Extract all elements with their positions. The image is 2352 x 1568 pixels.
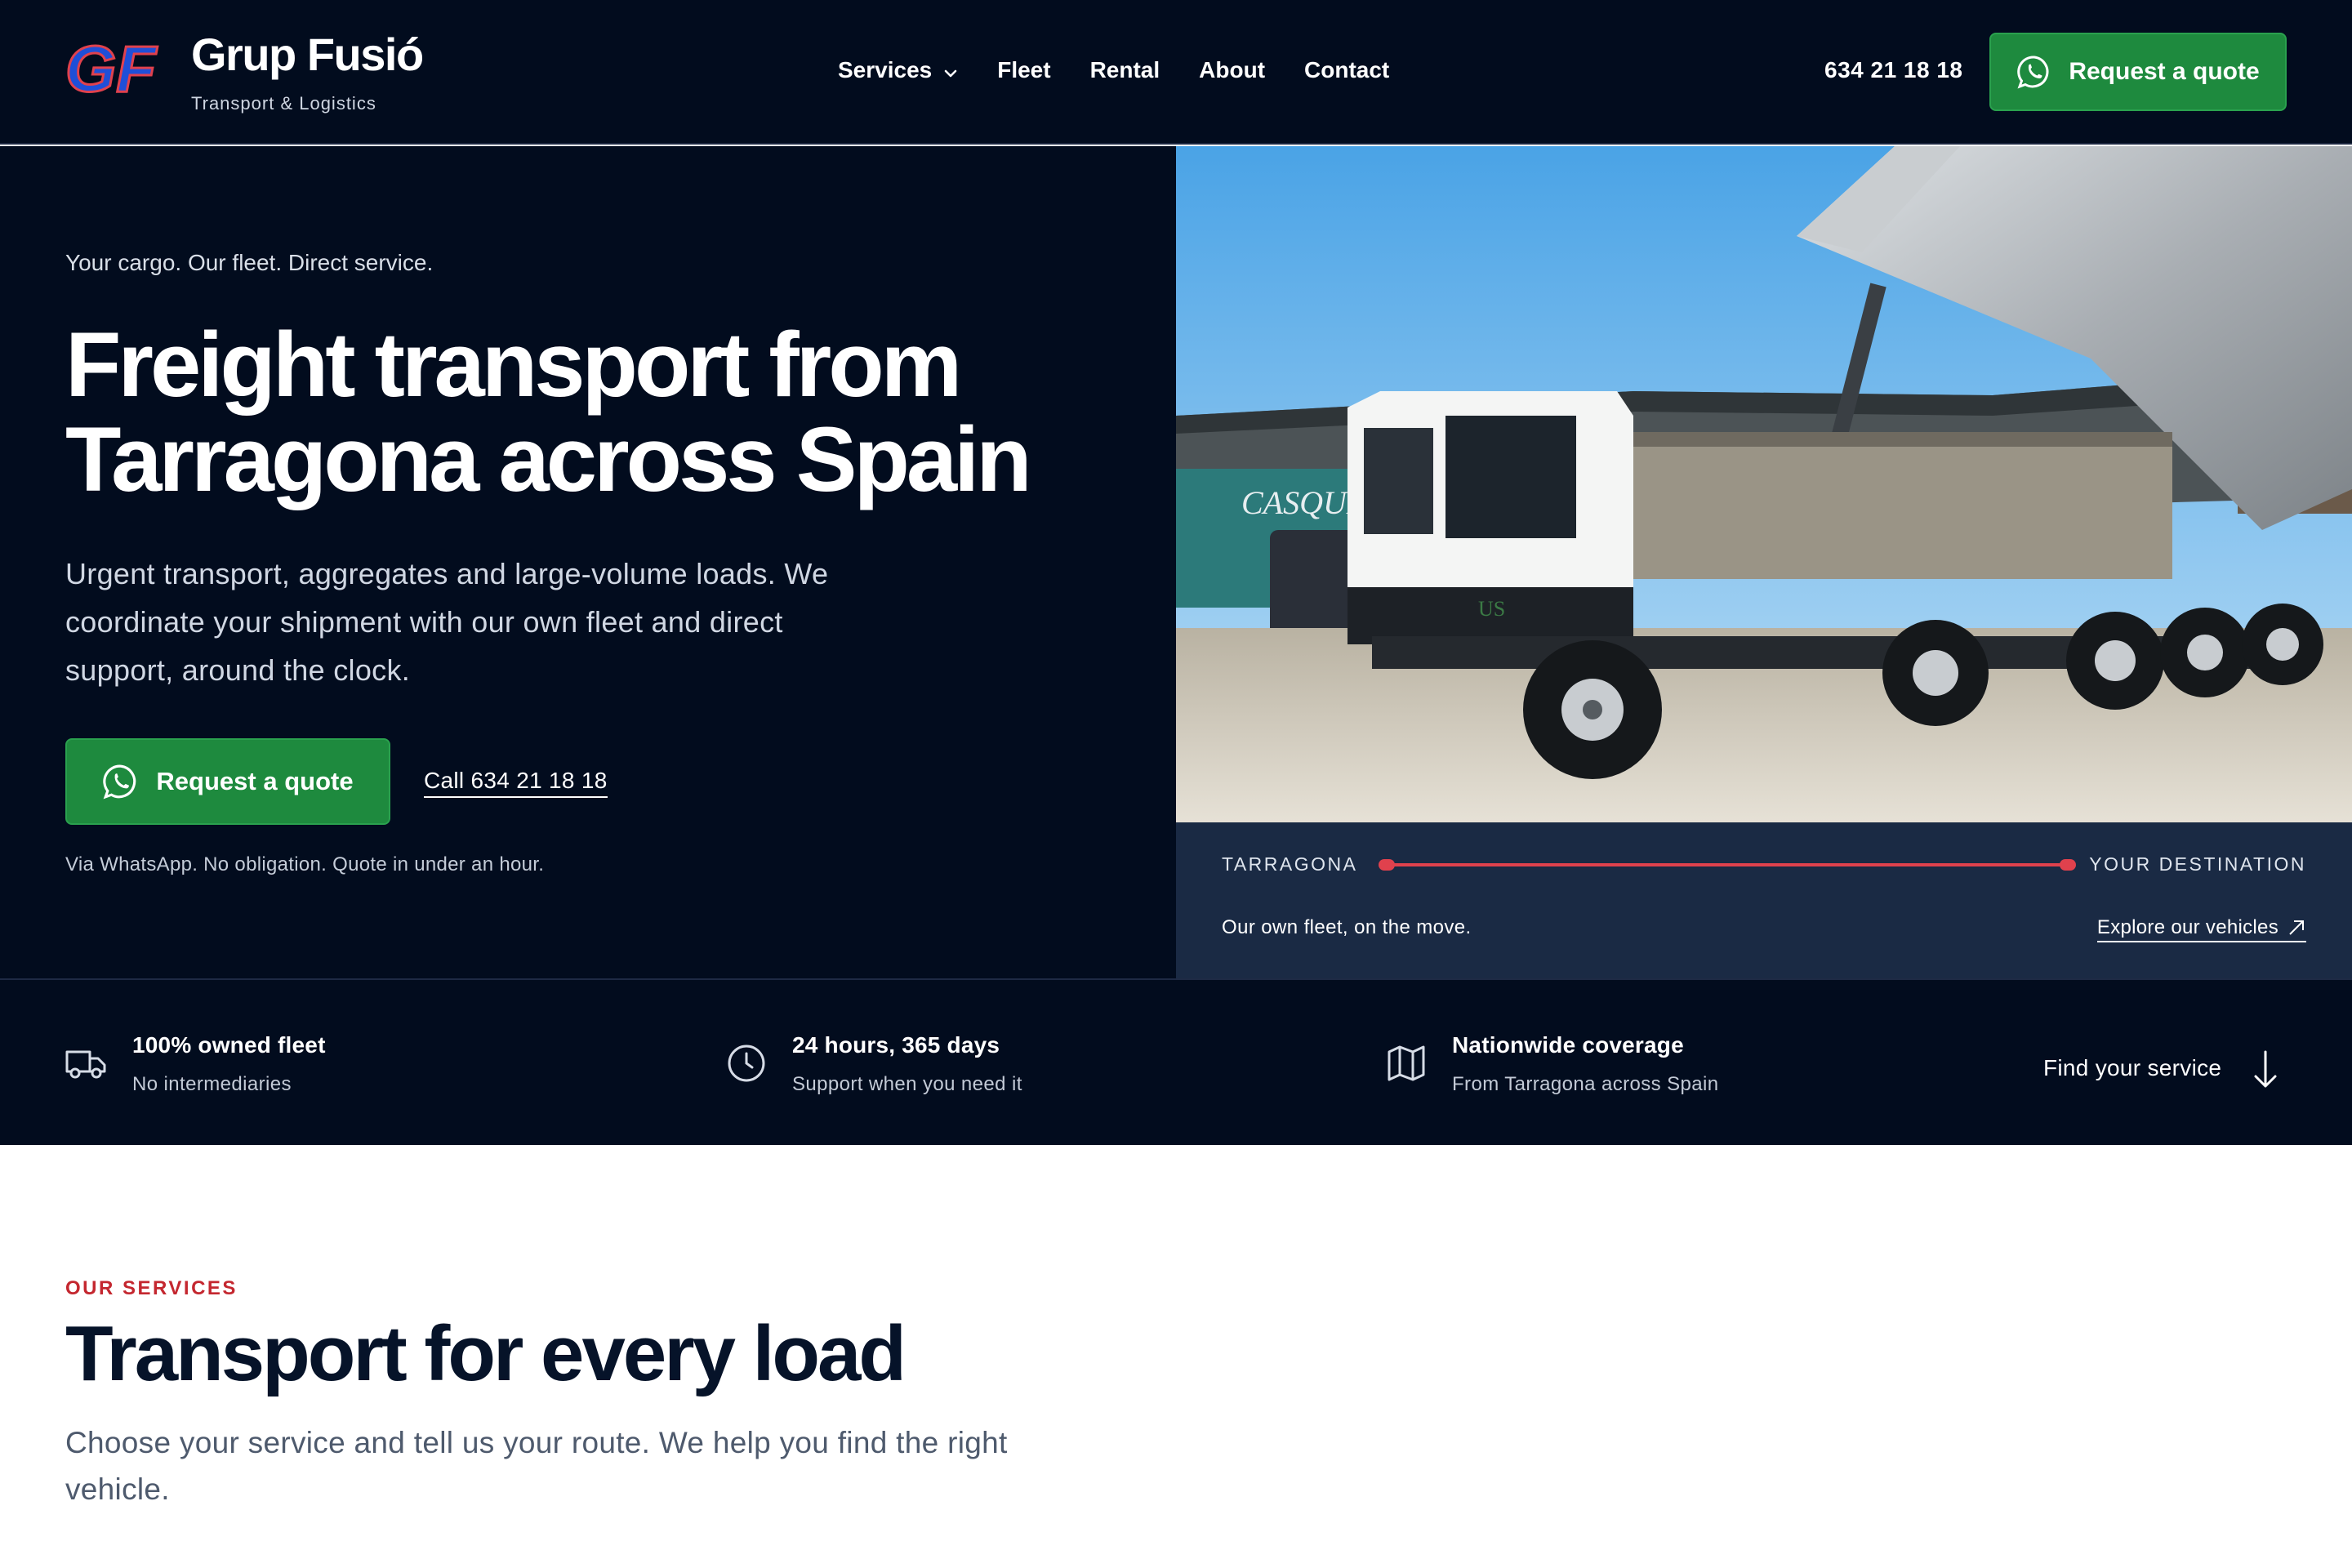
services-section: OUR SERVICES Transport for every load Ch…: [0, 1145, 2352, 1568]
feature-subtitle: Support when you need it: [792, 1073, 1022, 1095]
hero-request-quote-button[interactable]: Request a quote: [65, 738, 390, 825]
nav-contact[interactable]: Contact: [1304, 57, 1389, 83]
hero-title: Freight transport from Tarragona across …: [65, 314, 1032, 510]
route-destination: YOUR DESTINATION: [2089, 853, 2306, 875]
feature-owned-fleet: 100% owned fleet No intermediaries: [65, 1032, 326, 1096]
hero-section: Your cargo. Our fleet. Direct service. F…: [0, 146, 1176, 978]
hero-call-link[interactable]: Call 634 21 18 18: [424, 768, 608, 798]
features-strip: 100% owned fleet No intermediaries 24 ho…: [0, 978, 2352, 1145]
nav-services-label: Services: [838, 57, 933, 82]
nav-cta-label: Request a quote: [2069, 58, 2260, 85]
services-title: Transport for every load: [65, 1310, 906, 1397]
svg-text:US: US: [1478, 597, 1505, 621]
find-your-service-link[interactable]: Find your service: [2043, 1047, 2278, 1089]
find-service-label: Find your service: [2043, 1055, 2222, 1080]
nav-about[interactable]: About: [1199, 57, 1265, 83]
nav-fleet[interactable]: Fleet: [997, 57, 1050, 83]
feature-title: 24 hours, 365 days: [792, 1032, 1000, 1058]
feature-title: Nationwide coverage: [1452, 1032, 1684, 1058]
svg-text:GF: GF: [65, 38, 158, 101]
gf-logo-icon: GF: [65, 38, 159, 101]
route-panel: TARRAGONA YOUR DESTINATION Our own fleet…: [1176, 822, 2352, 978]
hero-eyebrow: Your cargo. Our fleet. Direct service.: [65, 250, 434, 275]
nav-services[interactable]: Services: [838, 57, 958, 83]
feature-support-hours: 24 hours, 365 days Support when you need…: [725, 1032, 1022, 1096]
hero-cta-label: Request a quote: [156, 767, 354, 795]
map-icon: [1388, 1045, 1425, 1081]
brand-logo[interactable]: GF Grup Fusió Transport & Logistics: [65, 29, 424, 114]
services-kicker: OUR SERVICES: [65, 1277, 238, 1299]
explore-vehicles-label: Explore our vehicles: [2096, 916, 2278, 938]
truck-icon: [65, 1050, 106, 1079]
nav-phone-link[interactable]: 634 21 18 18: [1824, 57, 1963, 83]
main-menu: Services Fleet Rental About Contact: [838, 57, 1428, 83]
route-destination-dot: [2060, 859, 2076, 871]
top-navigation: GF Grup Fusió Transport & Logistics Serv…: [0, 0, 2352, 145]
feature-coverage: Nationwide coverage From Tarragona acros…: [1385, 1032, 1719, 1096]
truck-illustration: CASQUE US: [1176, 146, 2352, 822]
feature-subtitle: From Tarragona across Spain: [1452, 1073, 1719, 1095]
whatsapp-icon: [2017, 56, 2049, 89]
services-subtitle: Choose your service and tell us your rou…: [65, 1426, 1008, 1506]
feature-title: 100% owned fleet: [132, 1032, 326, 1058]
page: GF Grup Fusió Transport & Logistics Serv…: [0, 0, 2352, 1568]
brand-tagline: Transport & Logistics: [191, 93, 376, 114]
hero-note: Via WhatsApp. No obligation. Quote in un…: [65, 853, 545, 875]
hero-truck-photo: CASQUE US: [1176, 146, 2352, 822]
hero-subtitle: Urgent transport, aggregates and large-v…: [65, 557, 829, 687]
chevron-down-icon: [944, 69, 957, 78]
brand-name: Grup Fusió: [191, 29, 424, 80]
whatsapp-icon: [103, 764, 136, 800]
route-origin: TARRAGONA: [1222, 853, 1358, 875]
nav-request-quote-button[interactable]: Request a quote: [1989, 33, 2287, 111]
feature-subtitle: No intermediaries: [132, 1073, 292, 1095]
clock-icon: [728, 1045, 765, 1082]
explore-vehicles-link[interactable]: Explore our vehicles: [2096, 916, 2306, 942]
arrow-up-right-icon: [2289, 920, 2304, 935]
nav-rental[interactable]: Rental: [1090, 57, 1160, 83]
route-caption: Our own fleet, on the move.: [1222, 916, 1472, 938]
route-line: [1385, 863, 2066, 866]
arrow-down-icon: [2254, 1050, 2277, 1088]
